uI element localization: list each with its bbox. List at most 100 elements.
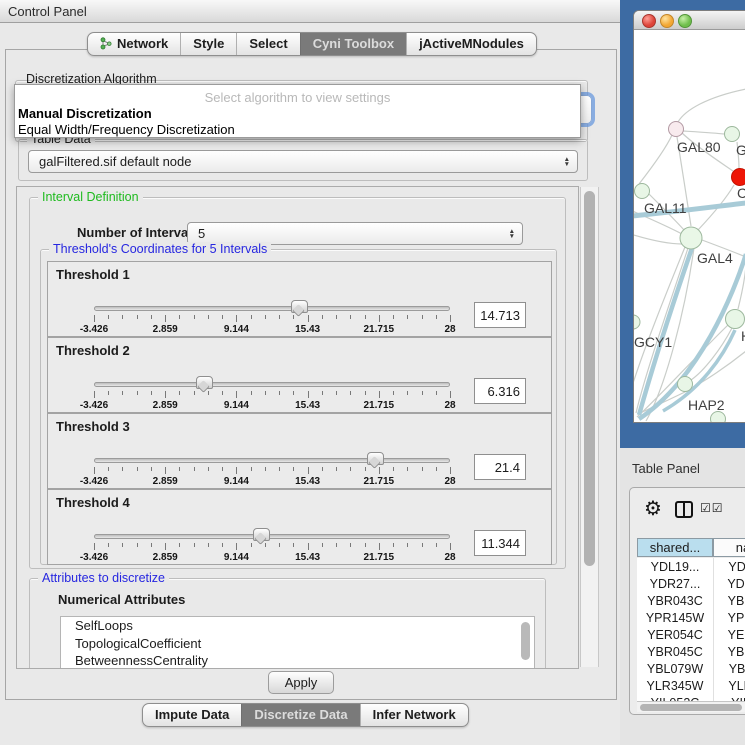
tab-impute-data[interactable]: Impute Data [143,704,241,726]
slider-tick-label: 15.43 [295,324,320,335]
numerical-attributes-list[interactable]: SelfLoopsTopologicalCoefficientBetweenne… [60,616,535,669]
table-panel-title: Table Panel [632,461,700,476]
close-traffic-light-icon[interactable] [642,14,656,28]
slider-thumb[interactable] [253,528,270,541]
table-row[interactable]: YIL052CYIL0 [637,694,745,701]
slider-tick [165,543,166,550]
slider-tick [108,467,109,471]
slider-tick [436,315,437,319]
threshold-slider-3[interactable]: -3.4262.8599.14415.4321.71528 [94,452,450,486]
table-data-combobox[interactable]: galFiltered.sif default node ▲▼ [28,150,578,173]
table-column-header-na[interactable]: na [713,538,745,557]
threshold-slider-4[interactable]: -3.4262.8599.14415.4321.71528 [94,528,450,562]
tab-label: Cyni Toolbox [313,36,394,51]
threshold-value-field[interactable]: 21.4 [474,454,526,480]
slider-tick-label: 15.43 [295,400,320,411]
threshold-slider-1[interactable]: -3.4262.8599.14415.4321.71528 [94,300,450,334]
slider-tick [236,467,237,474]
tab-infer-network[interactable]: Infer Network [360,704,468,726]
table-cell: YBR0 [714,643,745,660]
slider-track[interactable] [94,306,450,311]
network-edge [634,231,682,244]
threshold-value-field[interactable]: 14.713 [474,302,526,328]
table-hscrollbar-thumb[interactable] [640,704,742,711]
algorithm-option-equal-width-frequency-discretization[interactable]: Equal Width/Frequency Discretization [18,122,235,137]
minimize-traffic-light-icon[interactable] [660,14,674,28]
table-cell: YBR0 [714,592,745,609]
threshold-panel-1: Threshold 1-3.4262.8599.14415.4321.71528… [47,261,552,337]
threshold-slider-2[interactable]: -3.4262.8599.14415.4321.71528 [94,376,450,410]
table-row[interactable]: YER054CYER0 [637,626,745,643]
slider-tick [407,391,408,395]
slider-track[interactable] [94,382,450,387]
slider-tick [108,543,109,547]
slider-track[interactable] [94,534,450,539]
network-node[interactable] [635,184,650,199]
slider-thumb[interactable] [367,452,384,465]
table-cell: YER054C [637,626,714,643]
columns-icon[interactable] [675,501,693,518]
control-panel-title: Control Panel [8,4,87,19]
gear-icon[interactable]: ⚙ [644,496,662,521]
table-row[interactable]: YDL19...YDL1 [637,558,745,575]
tab-select[interactable]: Select [236,33,299,55]
threshold-value-field[interactable]: 11.344 [474,530,526,556]
table-hscrollbar-track[interactable] [637,701,745,712]
tab-discretize-data[interactable]: Discretize Data [241,704,359,726]
tab-cyni-toolbox[interactable]: Cyni Toolbox [300,33,406,55]
network-node[interactable] [678,377,693,392]
slider-tick [350,391,351,395]
attribute-item-betweennesscentrality[interactable]: BetweennessCentrality [61,652,534,669]
slider-thumb[interactable] [196,376,213,389]
settings-scrollbar-thumb[interactable] [584,191,595,566]
thresholds-group: Threshold's Coordinates for 5 Intervals … [40,249,557,565]
table-row[interactable]: YPR145WYPR1 [637,609,745,626]
slider-tick [365,315,366,319]
slider-tick [407,315,408,319]
slider-tick [179,391,180,395]
slider-tick-label: 2.859 [153,400,178,411]
zoom-traffic-light-icon[interactable] [678,14,692,28]
tab-network[interactable]: Network [88,33,180,55]
network-node[interactable] [669,122,684,137]
slider-tick-label: 9.144 [224,324,249,335]
list-scrollbar-thumb[interactable] [521,622,530,660]
network-edge [678,89,745,122]
attribute-item-selfloops[interactable]: SelfLoops [61,617,534,635]
threshold-value-field[interactable]: 6.316 [474,378,526,404]
table-row[interactable]: YBR043CYBR0 [637,592,745,609]
slider-tick [293,391,294,395]
network-node[interactable] [726,310,745,329]
table-row[interactable]: YDR27...YDR2 [637,575,745,592]
tab-label: Network [117,36,168,51]
settings-scrollbar-track[interactable] [580,187,599,667]
network-node[interactable] [711,412,726,423]
attribute-item-topologicalcoefficient[interactable]: TopologicalCoefficient [61,635,534,653]
slider-tick [350,543,351,547]
network-edge [639,135,672,184]
table-row[interactable]: YBL079WYBL0 [637,660,745,677]
slider-track[interactable] [94,458,450,463]
network-node[interactable] [634,315,640,329]
settings-scroll-viewport: Interval Definition Number of Intervals … [16,186,579,669]
select-checkboxes-icon[interactable]: ☑☑ [700,501,724,515]
algorithm-option-manual-discretization[interactable]: Manual Discretization [18,106,152,121]
slider-tick [151,467,152,471]
table-column-header-shared[interactable]: shared... [637,538,713,557]
network-canvas[interactable]: GAL80GACGAL11GAL4GCY1HHAP2 [634,29,745,422]
slider-tick [422,391,423,395]
apply-button[interactable]: Apply [268,671,334,694]
network-node[interactable] [680,227,702,249]
network-node[interactable] [725,127,740,142]
slider-tick [151,315,152,319]
table-row[interactable]: YLR345WYLR3 [637,677,745,694]
slider-thumb[interactable] [291,300,308,313]
tab-jactivemnodules[interactable]: jActiveMNodules [406,33,536,55]
table-row[interactable]: YBR045CYBR0 [637,643,745,660]
table-cell: YDL19... [637,558,714,575]
tab-style[interactable]: Style [180,33,236,55]
network-node[interactable] [732,169,745,186]
tab-label: Style [193,36,224,51]
network-edge [683,131,724,134]
thresholds-group-title: Threshold's Coordinates for 5 Intervals [49,242,271,256]
